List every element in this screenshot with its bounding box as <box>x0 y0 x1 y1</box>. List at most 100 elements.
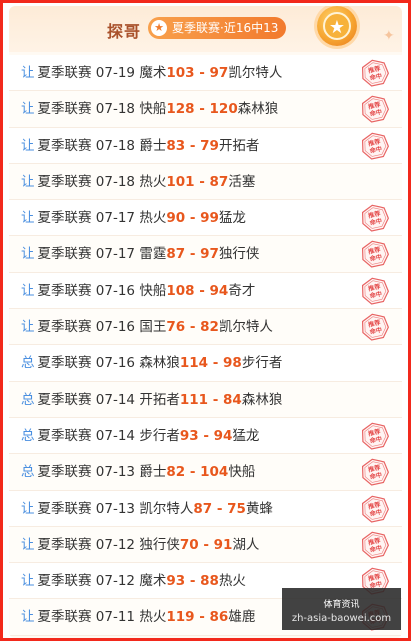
away-score: 98 <box>223 355 242 372</box>
match-date: 07-16 <box>95 319 136 336</box>
home-score: 90 <box>166 210 186 227</box>
match-date: 07-13 <box>95 500 136 517</box>
away-team: 森林狼 <box>237 101 279 118</box>
home-score: 76 <box>166 319 186 336</box>
list-item[interactable]: 让夏季联赛 07-19 魔术103 - 97凯尔特人 推荐 命中 <box>9 55 402 92</box>
bet-type-tag: 让 <box>21 536 35 553</box>
home-team: 爵士 <box>139 137 167 154</box>
league-name: 夏季联赛 <box>37 173 92 190</box>
league-name: 夏季联赛 <box>37 427 92 444</box>
match-line: 让夏季联赛 07-12 魔术93 - 88热火 <box>21 573 246 590</box>
home-team: 国王 <box>139 319 167 336</box>
home-team: 魔术 <box>139 573 167 590</box>
list-item[interactable]: 让夏季联赛 07-18 热火101 - 87活塞 <box>9 163 402 201</box>
league-name: 夏季联赛 <box>37 101 92 118</box>
home-score: 128 <box>166 101 195 118</box>
list-item[interactable]: 让夏季联赛 07-16 国王76 - 82凯尔特人 推荐 命中 <box>9 309 402 346</box>
match-date: 07-14 <box>95 427 136 444</box>
away-score: 97 <box>200 246 219 263</box>
match-date: 07-18 <box>95 101 136 118</box>
hit-stamp-icon: 推荐命中 <box>361 531 389 559</box>
list-item[interactable]: 让夏季联赛 07-18 爵士83 - 79开拓者 推荐 命中 <box>9 127 402 164</box>
away-score: 75 <box>227 500 246 517</box>
match-date: 07-18 <box>95 173 136 190</box>
league-name: 夏季联赛 <box>37 536 92 553</box>
prediction-card: 探哥 ★ 夏季联赛·近16中13 ★ ✦ 让夏季联赛 07-19 魔术103 -… <box>9 6 402 638</box>
star-icon: ★ <box>151 20 167 36</box>
home-score: 87 <box>166 246 186 263</box>
home-score: 83 <box>166 137 186 154</box>
match-date: 07-17 <box>95 246 136 263</box>
home-team: 快船 <box>139 101 167 118</box>
watermark-line1: 体育资讯 <box>323 600 360 610</box>
record-text: 夏季联赛·近16中13 <box>172 21 279 35</box>
hit-stamp-icon: 推荐命中 <box>361 204 389 232</box>
record-list: 让夏季联赛 07-19 魔术103 - 97凯尔特人 推荐 命中让夏季联赛 07-1… <box>9 55 402 636</box>
bet-type-tag: 让 <box>21 210 35 227</box>
match-date: 07-16 <box>95 355 136 372</box>
list-item[interactable]: 总夏季联赛 07-13 爵士82 - 104快船 推荐 命中 <box>9 454 402 491</box>
away-team: 黄蜂 <box>245 500 273 517</box>
match-line: 总夏季联赛 07-14 开拓者111 - 84森林狼 <box>21 391 283 408</box>
away-score: 88 <box>200 573 219 590</box>
away-team: 森林狼 <box>241 391 283 408</box>
away-score: 94 <box>209 282 229 299</box>
list-item[interactable]: 让夏季联赛 07-13 凯尔特人87 - 75黄蜂 推荐 命中 <box>9 490 402 527</box>
sparkle-icon: ✦ <box>383 28 395 44</box>
bet-type-tag: 让 <box>21 65 35 81</box>
match-date: 07-12 <box>95 573 136 590</box>
home-team: 森林狼 <box>139 355 180 372</box>
list-item[interactable]: 让夏季联赛 07-17 热火90 - 99猛龙 推荐 命中 <box>9 200 402 237</box>
list-item[interactable]: 总夏季联赛 07-14 开拓者111 - 84森林狼 <box>9 381 402 418</box>
list-item[interactable]: 总夏季联赛 07-14 步行者93 - 94猛龙 推荐 命中 <box>9 417 402 455</box>
hit-stamp-icon: 推荐命中 <box>361 277 389 305</box>
list-item[interactable]: 总夏季联赛 07-16 森林狼114 - 98步行者 <box>9 345 402 382</box>
home-team: 步行者 <box>139 427 180 444</box>
match-date: 07-17 <box>95 210 136 227</box>
bet-type-tag: 总 <box>21 391 35 408</box>
hit-stamp-icon: 推荐命中 <box>361 95 389 123</box>
list-item[interactable]: 让夏季联赛 07-17 雷霆87 - 97独行侠 推荐 命中 <box>9 236 402 273</box>
home-score: 87 <box>193 500 213 517</box>
home-team: 爵士 <box>139 464 167 481</box>
away-team: 猛龙 <box>232 427 260 444</box>
home-score: 93 <box>166 573 186 590</box>
list-item[interactable]: 让夏季联赛 07-16 快船108 - 94奇才 推荐 命中 <box>9 272 402 310</box>
match-line: 让夏季联赛 07-16 快船108 - 94奇才 <box>21 282 256 299</box>
home-score: 114 <box>179 355 209 372</box>
away-score: 84 <box>223 391 242 408</box>
bet-type-tag: 让 <box>21 573 35 590</box>
match-line: 让夏季联赛 07-13 凯尔特人87 - 75黄蜂 <box>21 500 273 517</box>
hit-stamp-icon: 推荐命中 <box>361 59 389 87</box>
list-item[interactable]: 让夏季联赛 07-18 快船128 - 120森林狼 推荐 命中 <box>9 91 402 128</box>
league-name: 夏季联赛 <box>37 137 92 154</box>
home-team: 凯尔特人 <box>139 500 194 517</box>
match-line: 让夏季联赛 07-18 热火101 - 87活塞 <box>21 173 256 190</box>
away-team: 凯尔特人 <box>228 65 283 81</box>
medal-icon: ★ <box>313 6 363 52</box>
match-date: 07-18 <box>95 137 136 154</box>
bet-type-tag: 让 <box>21 609 35 626</box>
away-team: 步行者 <box>241 355 283 372</box>
hit-stamp-icon: 推荐命中 <box>361 313 389 341</box>
match-date: 07-16 <box>95 282 136 299</box>
home-team: 独行侠 <box>139 536 180 553</box>
away-score: 94 <box>213 427 233 444</box>
match-line: 总夏季联赛 07-14 步行者93 - 94猛龙 <box>21 427 260 444</box>
league-name: 夏季联赛 <box>37 500 92 517</box>
list-item[interactable]: 让夏季联赛 07-12 独行侠70 - 91湖人 推荐 命中 <box>9 526 402 564</box>
league-name: 夏季联赛 <box>37 464 92 481</box>
away-score: 97 <box>209 65 229 81</box>
watermark: 体育资讯 zh-asia-baowei.com <box>282 588 401 630</box>
home-score: 103 <box>166 65 195 81</box>
hit-stamp-icon: 推荐命中 <box>361 241 389 269</box>
home-team: 快船 <box>139 282 167 299</box>
league-name: 夏季联赛 <box>37 319 92 336</box>
bet-type-tag: 让 <box>21 500 35 517</box>
league-name: 夏季联赛 <box>37 246 92 263</box>
away-team: 湖人 <box>232 536 260 553</box>
home-team: 开拓者 <box>139 391 180 408</box>
home-score: 111 <box>179 391 209 408</box>
bet-type-tag: 让 <box>21 282 35 299</box>
home-team: 魔术 <box>139 65 167 81</box>
